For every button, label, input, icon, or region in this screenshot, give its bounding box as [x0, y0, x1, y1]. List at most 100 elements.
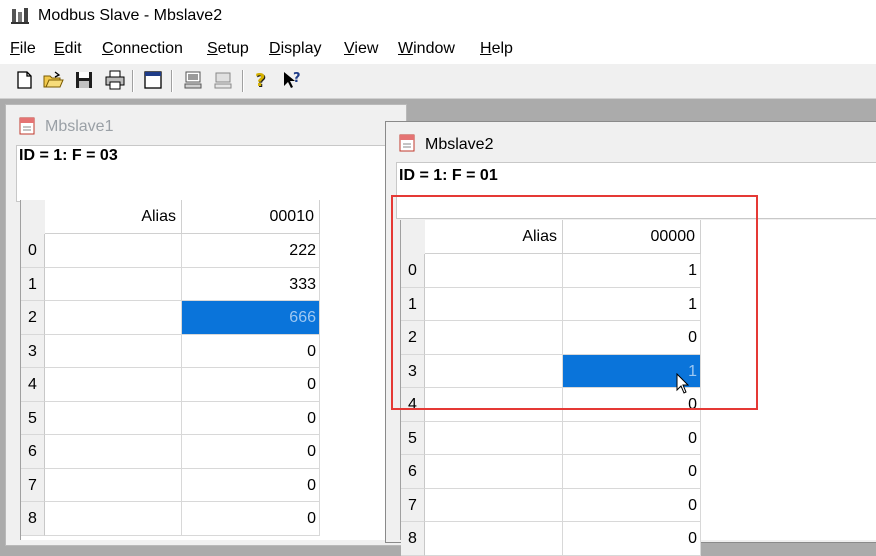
register-value-cell[interactable]: 0 [563, 321, 701, 355]
toolbar-separator [171, 70, 173, 92]
row-header[interactable]: 8 [401, 522, 425, 556]
alias-cell[interactable] [425, 388, 563, 422]
menu-label: dit [64, 40, 82, 57]
alias-cell[interactable] [425, 421, 563, 455]
context-help-icon[interactable]: ? [281, 69, 303, 91]
row-header[interactable]: 3 [401, 354, 425, 388]
alias-cell[interactable] [425, 455, 563, 489]
disconnect-icon[interactable] [212, 69, 234, 91]
document-icon [19, 117, 35, 135]
grid-corner[interactable] [21, 200, 46, 235]
grid-corner[interactable] [401, 220, 426, 255]
menu-accelerator-key: F [10, 40, 20, 57]
register-value-cell[interactable]: 0 [182, 334, 320, 368]
register-value-cell[interactable]: 222 [182, 234, 320, 268]
mbslave2-title-bar[interactable]: Mbslave2 [386, 122, 876, 162]
alias-cell[interactable] [425, 488, 563, 522]
menu-view[interactable]: View [344, 40, 378, 58]
register-value-cell[interactable]: 1 [563, 254, 701, 288]
register-value-cell[interactable]: 333 [182, 267, 320, 301]
row-header[interactable]: 0 [21, 234, 45, 268]
menu-display[interactable]: Display [269, 40, 321, 58]
menu-help[interactable]: Help [480, 40, 513, 58]
open-folder-icon[interactable] [42, 69, 64, 91]
row-header[interactable]: 6 [21, 435, 45, 469]
menu-file[interactable]: File [10, 40, 36, 58]
register-value-cell[interactable]: 0 [182, 368, 320, 402]
alias-cell[interactable] [45, 435, 182, 469]
connect-icon[interactable] [182, 69, 204, 91]
modbus-app-icon [11, 8, 29, 24]
row-header[interactable]: 7 [401, 488, 425, 522]
row-header[interactable]: 5 [401, 421, 425, 455]
row-header[interactable]: 5 [21, 401, 45, 435]
row-header[interactable]: 2 [21, 301, 45, 335]
alias-column-header[interactable]: Alias [425, 220, 563, 254]
document-icon [399, 134, 415, 152]
row-header[interactable]: 8 [21, 502, 45, 536]
menu-accelerator-key: C [102, 40, 114, 57]
register-value-cell[interactable]: 0 [182, 468, 320, 502]
toolbar: ? ? ? [0, 64, 876, 99]
mbslave1-info-panel: ID = 1: F = 03 [16, 145, 418, 202]
alias-cell[interactable] [45, 502, 182, 536]
mbslave1-info-text: ID = 1: F = 03 [19, 147, 118, 164]
register-value-cell[interactable]: 0 [563, 522, 701, 556]
register-value-cell[interactable]: 0 [563, 455, 701, 489]
alias-column-header[interactable]: Alias [45, 200, 182, 234]
row-header[interactable]: 1 [21, 267, 45, 301]
alias-cell[interactable] [425, 321, 563, 355]
menu-accelerator-key: W [398, 40, 414, 57]
row-header[interactable]: 2 [401, 321, 425, 355]
row-header[interactable]: 4 [21, 368, 45, 402]
row-header[interactable]: 3 [21, 334, 45, 368]
menu-connection[interactable]: Connection [102, 40, 183, 58]
menu-accelerator-key: H [480, 40, 492, 57]
row-header[interactable]: 7 [21, 468, 45, 502]
register-value-cell[interactable]: 1 [563, 287, 701, 321]
register-value-cell[interactable]: 0 [563, 421, 701, 455]
row-header[interactable]: 4 [401, 388, 425, 422]
mbslave2-title: Mbslave2 [425, 136, 494, 153]
alias-cell[interactable] [425, 522, 563, 556]
menu-accelerator-key: S [207, 40, 218, 57]
svg-text:?: ? [255, 70, 265, 91]
new-document-icon[interactable] [13, 69, 35, 91]
register-value-cell[interactable]: 0 [182, 401, 320, 435]
print-icon[interactable] [104, 69, 126, 91]
row-header[interactable]: 1 [401, 287, 425, 321]
register-value-cell[interactable]: 0 [563, 488, 701, 522]
menu-label: indow [413, 40, 455, 57]
alias-cell[interactable] [45, 468, 182, 502]
menu-label: ile [19, 40, 36, 57]
menu-window[interactable]: Window [398, 40, 455, 58]
row-header[interactable]: 6 [401, 455, 425, 489]
alias-cell[interactable] [425, 254, 563, 288]
menu-accelerator-key: E [54, 40, 65, 57]
row-header[interactable]: 0 [401, 254, 425, 288]
mbslave1-title-bar[interactable]: Mbslave1 [6, 105, 406, 145]
menu-accelerator-key: D [269, 40, 281, 57]
alias-cell[interactable] [45, 401, 182, 435]
window-icon[interactable] [142, 69, 164, 91]
alias-cell[interactable] [425, 287, 563, 321]
register-column-header[interactable]: 00010 [182, 200, 320, 234]
alias-cell[interactable] [425, 354, 563, 388]
alias-cell[interactable] [45, 301, 182, 335]
menu-label: onnection [113, 40, 183, 57]
register-column-header[interactable]: 00000 [563, 220, 701, 254]
menu-label: elp [491, 40, 513, 57]
alias-cell[interactable] [45, 234, 182, 268]
save-icon[interactable] [73, 69, 95, 91]
alias-cell[interactable] [45, 267, 182, 301]
register-value-cell[interactable]: 0 [182, 502, 320, 536]
menu-edit[interactable]: Edit [54, 40, 82, 58]
menu-setup[interactable]: Setup [207, 40, 249, 58]
menu-bar: File Edit Connection Setup Display View Window… [0, 34, 876, 64]
alias-cell[interactable] [45, 334, 182, 368]
mouse-cursor-icon [676, 373, 690, 394]
help-icon[interactable]: ? ? [251, 69, 273, 91]
selected-register-cell[interactable]: 666 [182, 301, 320, 335]
register-value-cell[interactable]: 0 [182, 435, 320, 469]
alias-cell[interactable] [45, 368, 182, 402]
